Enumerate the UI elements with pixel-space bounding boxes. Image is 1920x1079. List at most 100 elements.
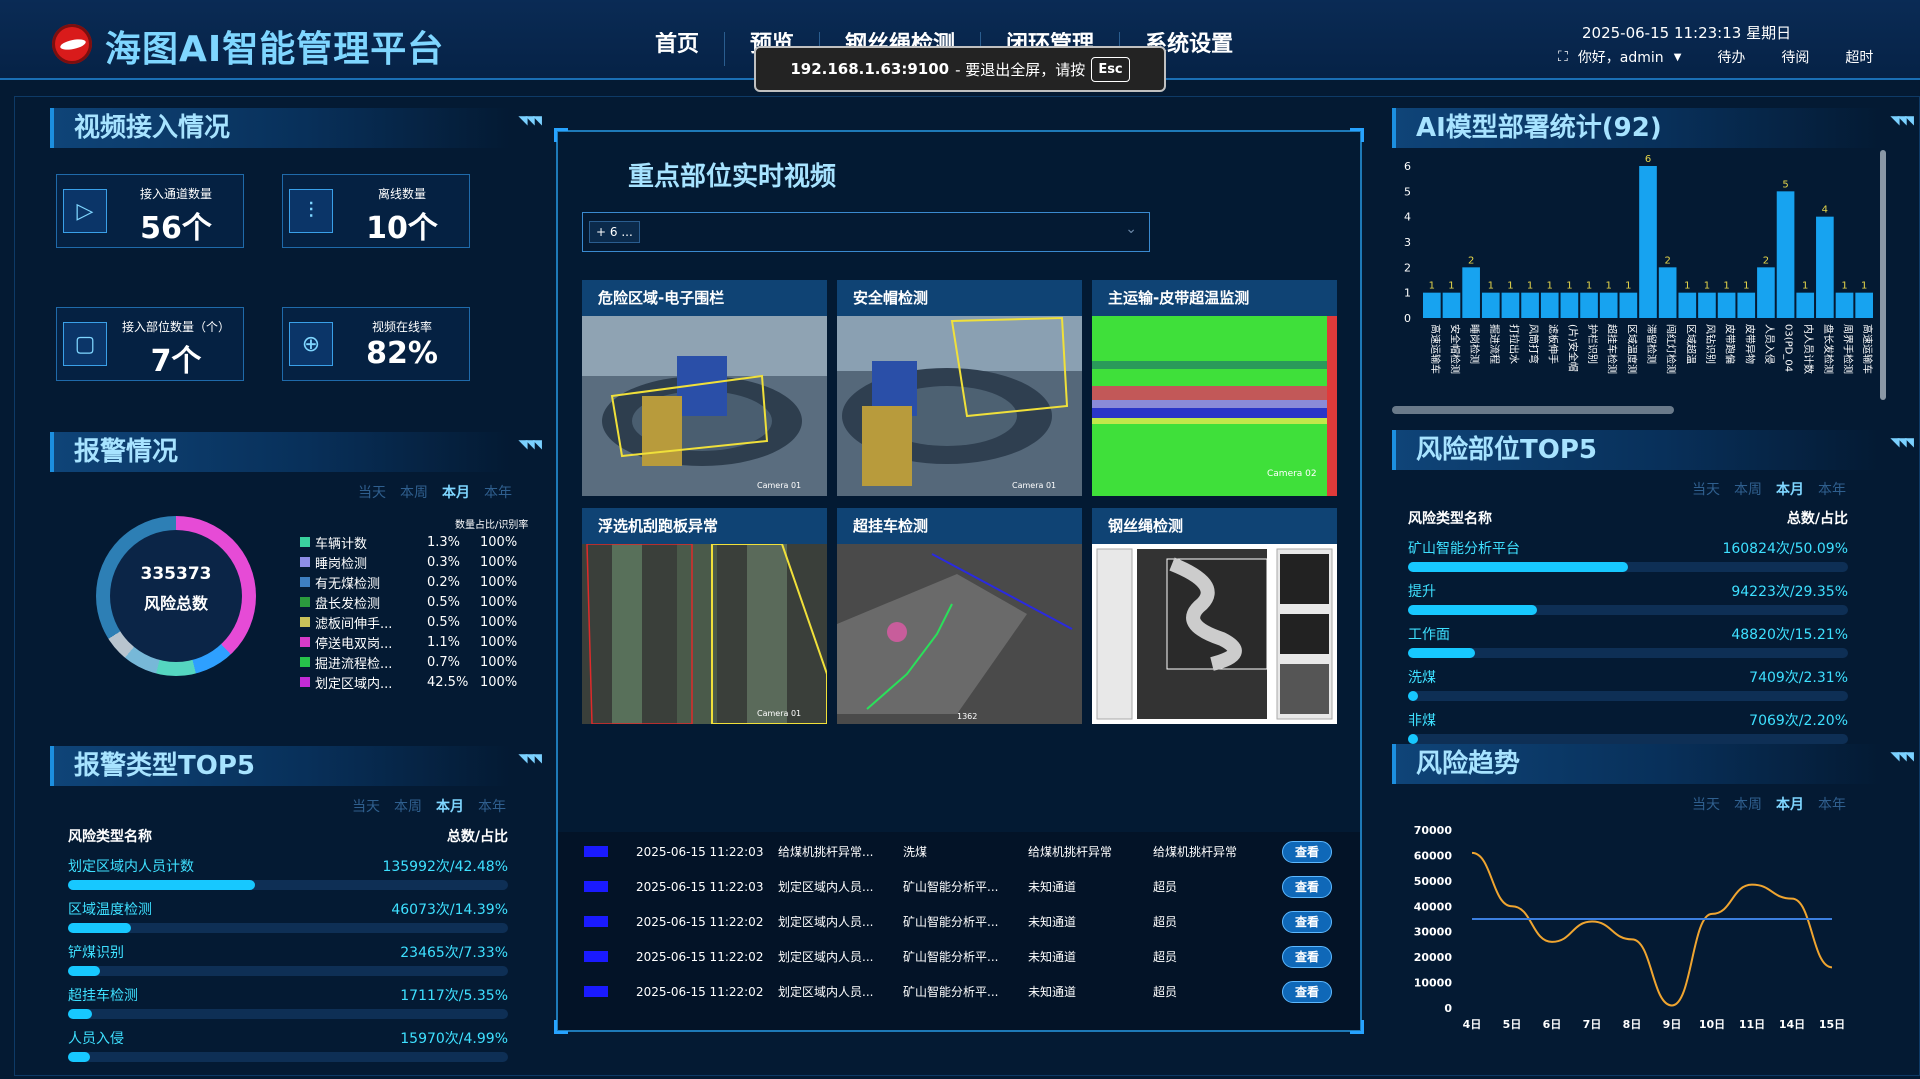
tab-week[interactable]: 本周 [1734, 479, 1762, 499]
col-total-ratio: 总数/占比 [1786, 511, 1848, 527]
fullscreen-icon[interactable]: ⛶ [1558, 49, 1568, 65]
rank-item[interactable]: 区域温度检测 46073次/14.39% [68, 899, 508, 942]
ai-models-title: AI模型部署统计(92) ◥◥◥ [1392, 108, 1914, 148]
todo-link[interactable]: 待办 [1717, 47, 1745, 67]
rank-item[interactable]: 划定区域内人员计数 135992次/42.48% [68, 856, 508, 899]
tab-year[interactable]: 本年 [1818, 479, 1846, 499]
bar[interactable] [1560, 292, 1579, 318]
chart-scrollbar[interactable] [1392, 406, 1674, 414]
sliders-icon: ⫶ [289, 189, 333, 233]
bar[interactable] [1658, 267, 1677, 318]
bar[interactable] [1580, 292, 1598, 318]
rank-item[interactable]: 人员入侵 15970次/4.99% [68, 1028, 508, 1071]
x-tick-label: 掘进流程 [1488, 324, 1501, 364]
camera-tile[interactable]: 安全帽检测 Camera 01 [837, 280, 1082, 500]
bar[interactable] [1481, 292, 1500, 318]
tab-month[interactable]: 本月 [1776, 479, 1804, 499]
tab-week[interactable]: 本周 [1734, 794, 1762, 814]
rank-item[interactable]: 洗煤 7409次/2.31% [1408, 667, 1848, 710]
select-chip[interactable]: + 6 ... [589, 221, 640, 243]
tab-week[interactable]: 本周 [394, 796, 422, 816]
tab-day[interactable]: 当天 [1692, 479, 1720, 499]
bar[interactable] [1835, 292, 1854, 318]
x-tick-label: 睡岗检测 [1468, 324, 1481, 364]
bar[interactable] [1442, 292, 1461, 318]
legend-name: 滤板间伸手... [315, 616, 393, 632]
tab-month[interactable]: 本月 [442, 482, 470, 502]
y-tick-label: 40000 [1414, 900, 1453, 913]
ai-model-bar-chart: 0 1 2 3 4 5 6 1 高速运输车 1 安全帽检测 2 睡岗检测 1 掘进流程 1 打拉出水 1 风筒打弯 1… [1404, 150, 1886, 400]
camera-tile[interactable]: 钢丝绳检测 [1092, 508, 1337, 728]
chevron-down-icon[interactable]: ▼ [1674, 52, 1682, 63]
toread-link[interactable]: 待阅 [1781, 47, 1809, 67]
camera-select[interactable]: + 6 ... ⌄ [582, 212, 1150, 252]
bar[interactable] [1737, 292, 1756, 318]
legend-rate: 100% [480, 674, 518, 690]
rank-item[interactable]: 超挂车检测 17117次/5.35% [68, 985, 508, 1028]
rank-progress-track [68, 1052, 508, 1062]
bar[interactable] [1599, 292, 1618, 318]
svg-text:Camera 01: Camera 01 [757, 481, 801, 490]
user-greeting[interactable]: 你好，admin [1578, 47, 1664, 67]
bar[interactable] [1717, 292, 1736, 318]
camera-tile[interactable]: 危险区域-电子围栏 Camera 01 [582, 280, 827, 500]
vertical-scrollbar[interactable] [1880, 150, 1886, 400]
rank-item[interactable]: 铲煤识别 23465次/7.33% [68, 942, 508, 985]
tab-day[interactable]: 当天 [358, 482, 386, 502]
bar-value-label: 1 [1527, 281, 1533, 292]
alert-row: 2025-06-15 11:22:03 划定区域内人员... 矿山智能分析平... 未… [558, 869, 1360, 904]
tab-week[interactable]: 本周 [400, 482, 428, 502]
bar[interactable] [1639, 166, 1657, 318]
legend-rate: 100% [480, 574, 518, 590]
legend-swatch [300, 557, 310, 567]
x-tick-label: 4日 [1463, 1018, 1482, 1031]
rank-value: 7069次/2.20% [1749, 713, 1848, 729]
bar[interactable] [1776, 191, 1795, 318]
view-button[interactable]: 查看 [1282, 980, 1332, 1003]
view-button[interactable]: 查看 [1282, 875, 1332, 898]
bar[interactable] [1501, 292, 1520, 318]
camera-tile[interactable]: 浮选机刮跑板异常 Camera 01 [582, 508, 827, 728]
bar[interactable] [1855, 292, 1873, 318]
view-button[interactable]: 查看 [1282, 910, 1332, 933]
rank-progress-track [68, 880, 508, 890]
camera-tile[interactable]: 超挂车检测 1362 [837, 508, 1082, 728]
bar[interactable] [1521, 292, 1539, 318]
bar[interactable] [1619, 292, 1638, 318]
tab-year[interactable]: 本年 [1818, 794, 1846, 814]
bar[interactable] [1796, 292, 1815, 318]
rank-item[interactable]: 矿山智能分析平台 160824次/50.09% [1408, 538, 1848, 581]
x-tick-label: 03(PD_04 [1783, 324, 1794, 372]
alert-channel: 未知通道 [1028, 950, 1077, 964]
legend-row: 掘进流程检... 0.7% 100% [300, 652, 540, 672]
tab-day[interactable]: 当天 [1692, 794, 1720, 814]
legend-swatch [300, 577, 310, 587]
rank-value: 135992次/42.48% [382, 859, 508, 875]
bar[interactable] [1678, 292, 1697, 318]
chevron-down-icon[interactable]: ⌄ [1125, 221, 1137, 237]
bar[interactable] [1698, 292, 1716, 318]
rank-item[interactable]: 提升 94223次/29.35% [1408, 581, 1848, 624]
rank-item[interactable]: 工作面 48820次/15.21% [1408, 624, 1848, 667]
tab-year[interactable]: 本年 [484, 482, 512, 502]
legend-rate: 100% [480, 534, 518, 550]
camera-tile[interactable]: 主运输-皮带超温监测 Camera 02 [1092, 280, 1337, 500]
tab-month[interactable]: 本月 [1776, 794, 1804, 814]
bar-value-label: 1 [1723, 281, 1729, 292]
rank-progress-fill [68, 1009, 92, 1019]
view-button[interactable]: 查看 [1282, 945, 1332, 968]
bar[interactable] [1462, 267, 1480, 318]
nav-home[interactable]: 首页 [630, 32, 726, 66]
bar[interactable] [1540, 292, 1559, 318]
bar[interactable] [1757, 267, 1775, 318]
tab-month[interactable]: 本月 [436, 796, 464, 816]
tab-year[interactable]: 本年 [478, 796, 506, 816]
legend-row: 有无煤检测 0.2% 100% [300, 572, 540, 592]
view-button[interactable]: 查看 [1282, 840, 1332, 863]
overdue-link[interactable]: 超时 [1845, 47, 1873, 67]
bar[interactable] [1423, 292, 1441, 318]
legend-pct: 42.5% [427, 674, 469, 690]
bar[interactable] [1816, 216, 1834, 318]
legend-pct: 1.3% [427, 534, 461, 550]
tab-day[interactable]: 当天 [352, 796, 380, 816]
